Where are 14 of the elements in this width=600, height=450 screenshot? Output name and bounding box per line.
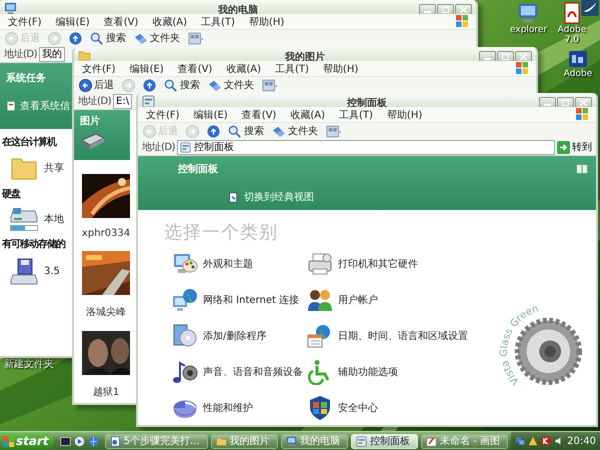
warning-icon xyxy=(528,436,538,446)
clock: 20:40 xyxy=(567,436,596,446)
control-panel-icon xyxy=(356,436,367,446)
play-icon xyxy=(74,436,85,446)
paint-icon xyxy=(426,436,438,446)
network-icon xyxy=(515,436,526,446)
antivirus-icon xyxy=(541,436,552,446)
document-icon xyxy=(110,436,121,446)
windows-logo-icon xyxy=(3,436,14,446)
globe-icon xyxy=(88,436,99,446)
folder-icon xyxy=(216,436,227,446)
show-desktop-icon xyxy=(60,436,71,446)
taskbar-button[interactable]: 控制面板 xyxy=(350,434,418,448)
computer-icon xyxy=(286,436,297,446)
